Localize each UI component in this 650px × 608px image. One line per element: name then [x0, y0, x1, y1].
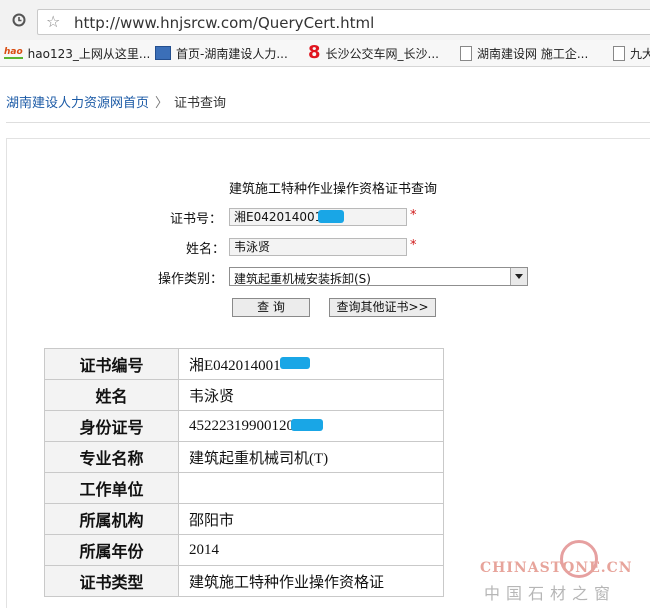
name-input[interactable]: 韦泳贤 — [229, 238, 407, 256]
row-key: 证书编号 — [44, 348, 179, 380]
bookmark-hao123[interactable]: hao hao123_上网从这里... — [4, 43, 150, 63]
table-row: 所属机构 邵阳市 — [44, 503, 444, 535]
row-key: 姓名 — [44, 379, 179, 411]
query-button[interactable]: 查 询 — [232, 298, 310, 317]
required-mark: * — [410, 238, 417, 253]
history-icon[interactable] — [12, 13, 26, 27]
type-select-value: 建筑起重机械安装拆卸(S) — [234, 272, 371, 286]
row-value: 湘E042014001 — [189, 357, 281, 374]
watermark-en: CHINASTONE.CN — [480, 560, 633, 576]
row-value: 邵阳市 — [178, 503, 444, 535]
row-key: 身份证号 — [44, 410, 179, 442]
row-value: 建筑施工特种作业操作资格证 — [178, 565, 444, 597]
address-bar: ☆ http://www.hnjsrcw.com/QueryCert.html — [0, 0, 650, 41]
row-key: 专业名称 — [44, 441, 179, 473]
required-mark: * — [410, 208, 417, 223]
row-key: 所属年份 — [44, 534, 179, 566]
table-row: 专业名称 建筑起重机械司机(T) — [44, 441, 444, 473]
table-row: 证书类型 建筑施工特种作业操作资格证 — [44, 565, 444, 597]
bookmarks-bar: hao hao123_上网从这里... 首页-湖南建设人力... 8 长沙公交车… — [0, 40, 650, 67]
watermark-cn: 中国石材之窗 — [484, 584, 617, 603]
row-value-cell: 湘E042014001 — [178, 348, 444, 380]
row-value — [178, 472, 444, 504]
bookmark-label: 湖南建设网 施工企... — [477, 46, 589, 61]
table-row: 工作单位 — [44, 472, 444, 504]
bookmark-hnjsrcw-home[interactable]: 首页-湖南建设人力... — [155, 43, 288, 63]
chinastone-watermark: CHINASTONE.CN 中国石材之窗 — [478, 540, 643, 603]
row-key: 工作单位 — [44, 472, 179, 504]
row-value: 45222319900120 — [189, 417, 294, 434]
hao123-icon: hao — [4, 47, 23, 59]
breadcrumb-home-link[interactable]: 湖南建设人力资源网首页 — [6, 96, 149, 111]
cert-no-value: 湘E042014001 — [234, 210, 323, 224]
page-icon — [613, 45, 625, 61]
row-value: 2014 — [178, 534, 444, 566]
divider — [6, 122, 650, 123]
breadcrumb: 湖南建设人力资源网首页〉证书查询 — [6, 92, 226, 111]
bookmark-jiuda[interactable]: 九大 — [613, 43, 650, 63]
table-row: 姓名 韦泳贤 — [44, 379, 444, 411]
dropdown-arrow-icon[interactable] — [510, 268, 527, 285]
table-row: 所属年份 2014 — [44, 534, 444, 566]
site-icon — [155, 46, 171, 60]
url-text[interactable]: http://www.hnjsrcw.com/QueryCert.html — [74, 14, 374, 32]
bookmark-changsha-bus[interactable]: 8 长沙公交车网_长沙... — [308, 43, 439, 63]
bookmark-label: 九大 — [630, 46, 650, 61]
table-row: 身份证号 45222319900120 — [44, 410, 444, 442]
row-value-cell: 45222319900120 — [178, 410, 444, 442]
redaction-mask — [291, 419, 323, 431]
breadcrumb-separator: 〉 — [155, 96, 169, 111]
row-value: 建筑起重机械司机(T) — [178, 441, 444, 473]
name-label: 姓名： — [186, 242, 226, 257]
bookmark-label: 长沙公交车网_长沙... — [325, 46, 439, 61]
redaction-mask — [318, 210, 344, 223]
bookmark-label: 首页-湖南建设人力... — [176, 46, 288, 61]
type-select[interactable]: 建筑起重机械安装拆卸(S) — [229, 267, 528, 286]
page-icon — [460, 45, 472, 61]
cert-no-label: 证书号： — [170, 212, 223, 227]
bookmark-star-icon[interactable]: ☆ — [46, 12, 60, 31]
row-key: 所属机构 — [44, 503, 179, 535]
bookmark-hunan-construction[interactable]: 湖南建设网 施工企... — [460, 43, 588, 63]
name-value: 韦泳贤 — [234, 240, 271, 254]
row-value: 韦泳贤 — [178, 379, 444, 411]
row-key: 证书类型 — [44, 565, 179, 597]
breadcrumb-current: 证书查询 — [174, 96, 227, 111]
type-label: 操作类别： — [158, 272, 224, 287]
bookmark-label: hao123_上网从这里... — [27, 46, 151, 61]
query-other-cert-button[interactable]: 查询其他证书>> — [329, 298, 436, 317]
form-title: 建筑施工特种作业操作资格证书查询 — [229, 182, 438, 197]
redaction-mask — [280, 357, 310, 369]
result-table: 证书编号 湘E042014001 姓名 韦泳贤 身份证号 45222319900… — [44, 348, 444, 597]
url-field[interactable]: ☆ http://www.hnjsrcw.com/QueryCert.html — [37, 9, 650, 35]
bus8-icon: 8 — [308, 42, 321, 63]
table-row: 证书编号 湘E042014001 — [44, 348, 444, 380]
